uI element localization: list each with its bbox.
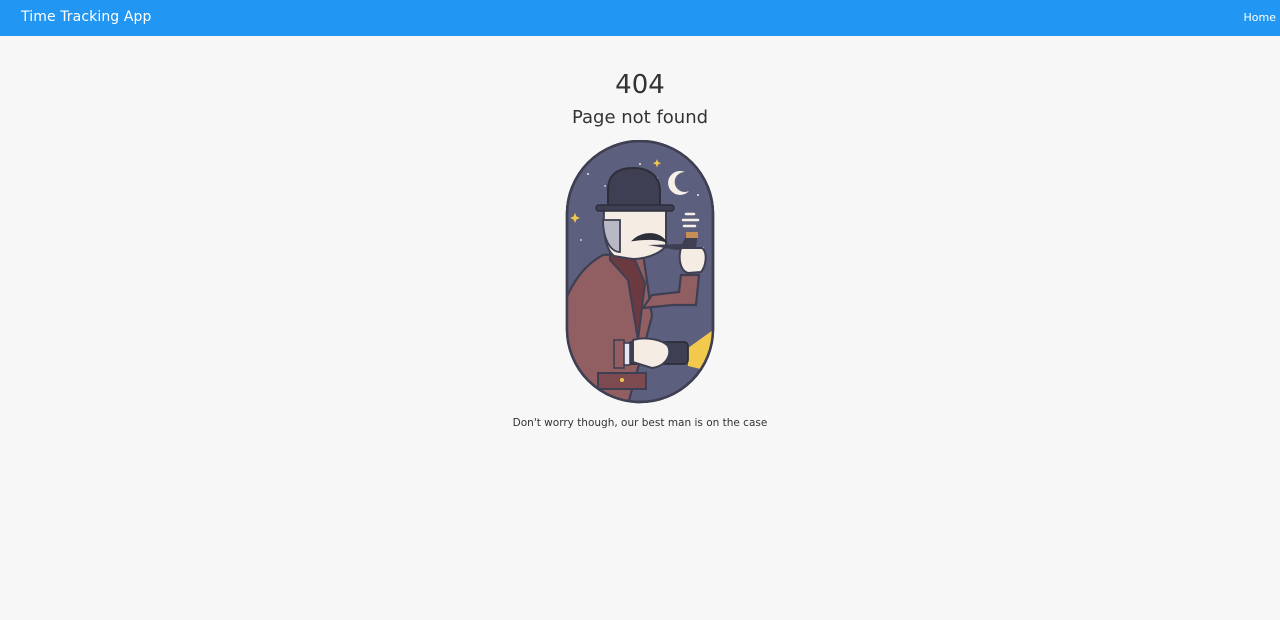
main-content: 404 Page not found Don't worry though, o…	[0, 36, 1280, 620]
error-code: 404	[615, 70, 665, 100]
bowler-hat-icon	[607, 166, 661, 207]
app-brand-link[interactable]: Time Tracking App	[21, 9, 152, 25]
top-navbar: Time Tracking App Home	[0, 0, 1280, 36]
detective-illustration	[548, 139, 718, 404]
reassurance-message: Don't worry though, our best man is on t…	[512, 417, 768, 429]
nav-link-home[interactable]: Home	[1244, 11, 1276, 24]
error-title: Page not found	[571, 107, 709, 128]
